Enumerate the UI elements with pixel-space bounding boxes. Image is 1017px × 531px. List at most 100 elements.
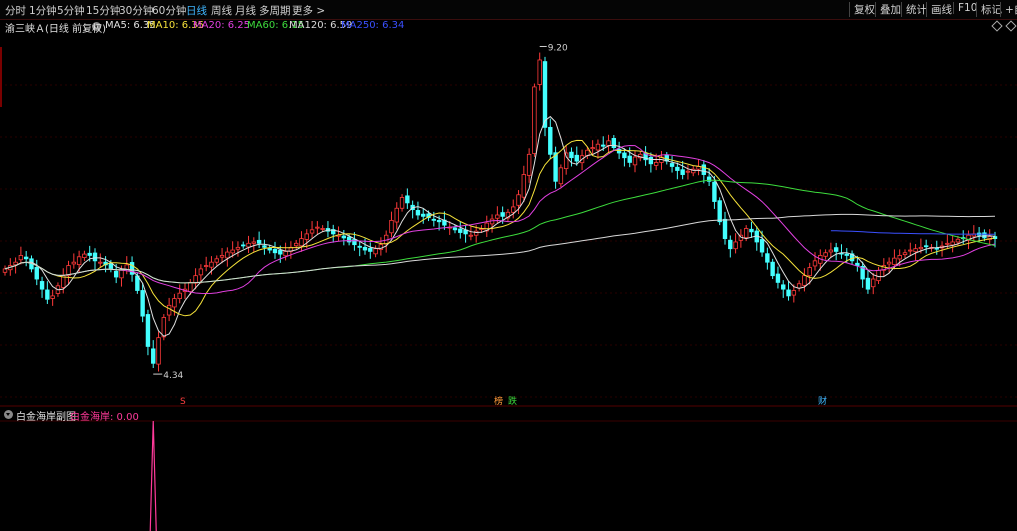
candle-body — [421, 213, 426, 217]
candle-body — [251, 241, 257, 244]
sub-indicator-title: 白金海岸副图 — [16, 412, 76, 423]
candle-body — [209, 261, 214, 268]
candle-body — [98, 261, 103, 264]
candle-body — [945, 242, 950, 245]
candle-body — [452, 227, 458, 231]
candle-body — [198, 268, 204, 276]
candle-body — [616, 148, 622, 154]
period-tab[interactable]: 1分钟 — [29, 3, 57, 18]
max-price-label: 9.20 — [548, 43, 568, 53]
candle-body — [595, 143, 601, 151]
candle-body — [902, 252, 908, 256]
tool-button[interactable]: 标记 — [976, 2, 1002, 17]
candle-body — [39, 281, 45, 290]
candle-body — [267, 247, 272, 251]
period-tab[interactable]: 月线 — [235, 3, 256, 18]
candle-body — [908, 249, 913, 252]
candle-body — [728, 239, 733, 250]
candle-body — [436, 219, 442, 223]
diamond-icon[interactable] — [991, 20, 1003, 32]
candle-body — [601, 144, 606, 147]
candle-body — [627, 155, 632, 163]
period-tab[interactable]: 60分钟 — [152, 3, 186, 18]
candle-body — [791, 290, 797, 296]
candle-body — [675, 166, 680, 171]
tool-button[interactable]: F10 — [953, 2, 977, 14]
candle-body — [241, 244, 246, 247]
candle-body — [119, 269, 124, 279]
candle-body — [770, 261, 775, 277]
candle-body — [511, 206, 516, 213]
candle-body — [934, 247, 939, 250]
ma-line — [830, 230, 995, 235]
collapse-circle-icon[interactable] — [4, 410, 13, 419]
candle-body — [399, 197, 405, 209]
period-tab[interactable]: 多周期 — [259, 3, 291, 18]
event-marker: 跌 — [508, 396, 517, 407]
candle-body — [341, 235, 347, 239]
candle-body — [701, 164, 707, 175]
candle-body — [622, 152, 627, 159]
period-tab[interactable]: 分时 — [5, 3, 26, 18]
tool-button[interactable]: +自 — [1000, 2, 1017, 17]
candle-body — [865, 277, 871, 290]
candle-body — [362, 246, 368, 251]
candle-body — [786, 289, 791, 297]
candle-body — [431, 218, 437, 221]
tool-button[interactable]: 叠加 — [875, 2, 901, 17]
candle-body — [50, 295, 55, 299]
candle-body — [749, 228, 754, 233]
candle-body — [23, 256, 29, 260]
candle-body — [685, 170, 691, 173]
candle-body — [542, 61, 548, 128]
min-price-label: 4.34 — [163, 371, 183, 381]
period-tab[interactable]: 更多 > — [292, 3, 325, 18]
event-marker: 财 — [818, 395, 827, 407]
candle-body — [833, 247, 839, 252]
candle-body — [606, 140, 611, 146]
candle-body — [468, 234, 474, 237]
candle-body — [918, 246, 924, 250]
candle-body — [743, 228, 749, 239]
candle-body — [34, 266, 39, 280]
candle-body — [558, 167, 564, 185]
period-tab[interactable]: 日线 — [186, 3, 207, 18]
candle-body — [765, 253, 770, 263]
left-marker — [0, 47, 2, 107]
tool-button[interactable]: 画线 — [926, 2, 952, 17]
candle-body — [357, 245, 362, 248]
period-tab[interactable]: 周线 — [211, 3, 232, 18]
candle-body — [569, 151, 574, 159]
candle-body — [166, 304, 172, 316]
period-tab[interactable]: 5分钟 — [57, 3, 85, 18]
candle-body — [516, 194, 521, 206]
tool-button[interactable]: 复权 — [849, 2, 875, 17]
candle-body — [897, 255, 902, 260]
candle-body — [283, 250, 288, 257]
period-tab[interactable]: 15分钟 — [86, 3, 120, 18]
candle-body — [913, 248, 918, 253]
candle-body — [495, 214, 500, 219]
period-toolbar: 分时 1分钟 5分钟 15分钟 30分钟 60分钟 日线 周线 月线 多周期 更多 > 复权 叠加 统计画… — [0, 0, 1017, 20]
diamond-icon[interactable] — [1005, 20, 1017, 32]
candle-body — [368, 248, 373, 252]
candle-body — [775, 273, 781, 283]
candle-body — [87, 252, 92, 256]
tool-button[interactable]: 统计 — [901, 2, 927, 17]
candle-body — [590, 147, 595, 150]
candle-body — [828, 249, 834, 253]
period-tab[interactable]: 30分钟 — [119, 3, 153, 18]
candle-body — [346, 236, 352, 243]
candle-body — [320, 228, 325, 230]
candle-body — [315, 226, 320, 229]
candle-body — [781, 284, 786, 290]
candle-body — [553, 152, 558, 182]
candle-body — [632, 156, 638, 166]
sub-indicator-header: 白金海岸副图 白金海岸: 0.00 — [0, 407, 1017, 423]
candle-body — [733, 241, 738, 250]
kline-chart[interactable]: 9.20 4.34 S 榜跌 财 — [0, 33, 1017, 531]
candle-body — [161, 317, 167, 338]
candle-body — [950, 241, 955, 246]
candle-body — [389, 219, 394, 234]
candle-body — [415, 210, 421, 216]
